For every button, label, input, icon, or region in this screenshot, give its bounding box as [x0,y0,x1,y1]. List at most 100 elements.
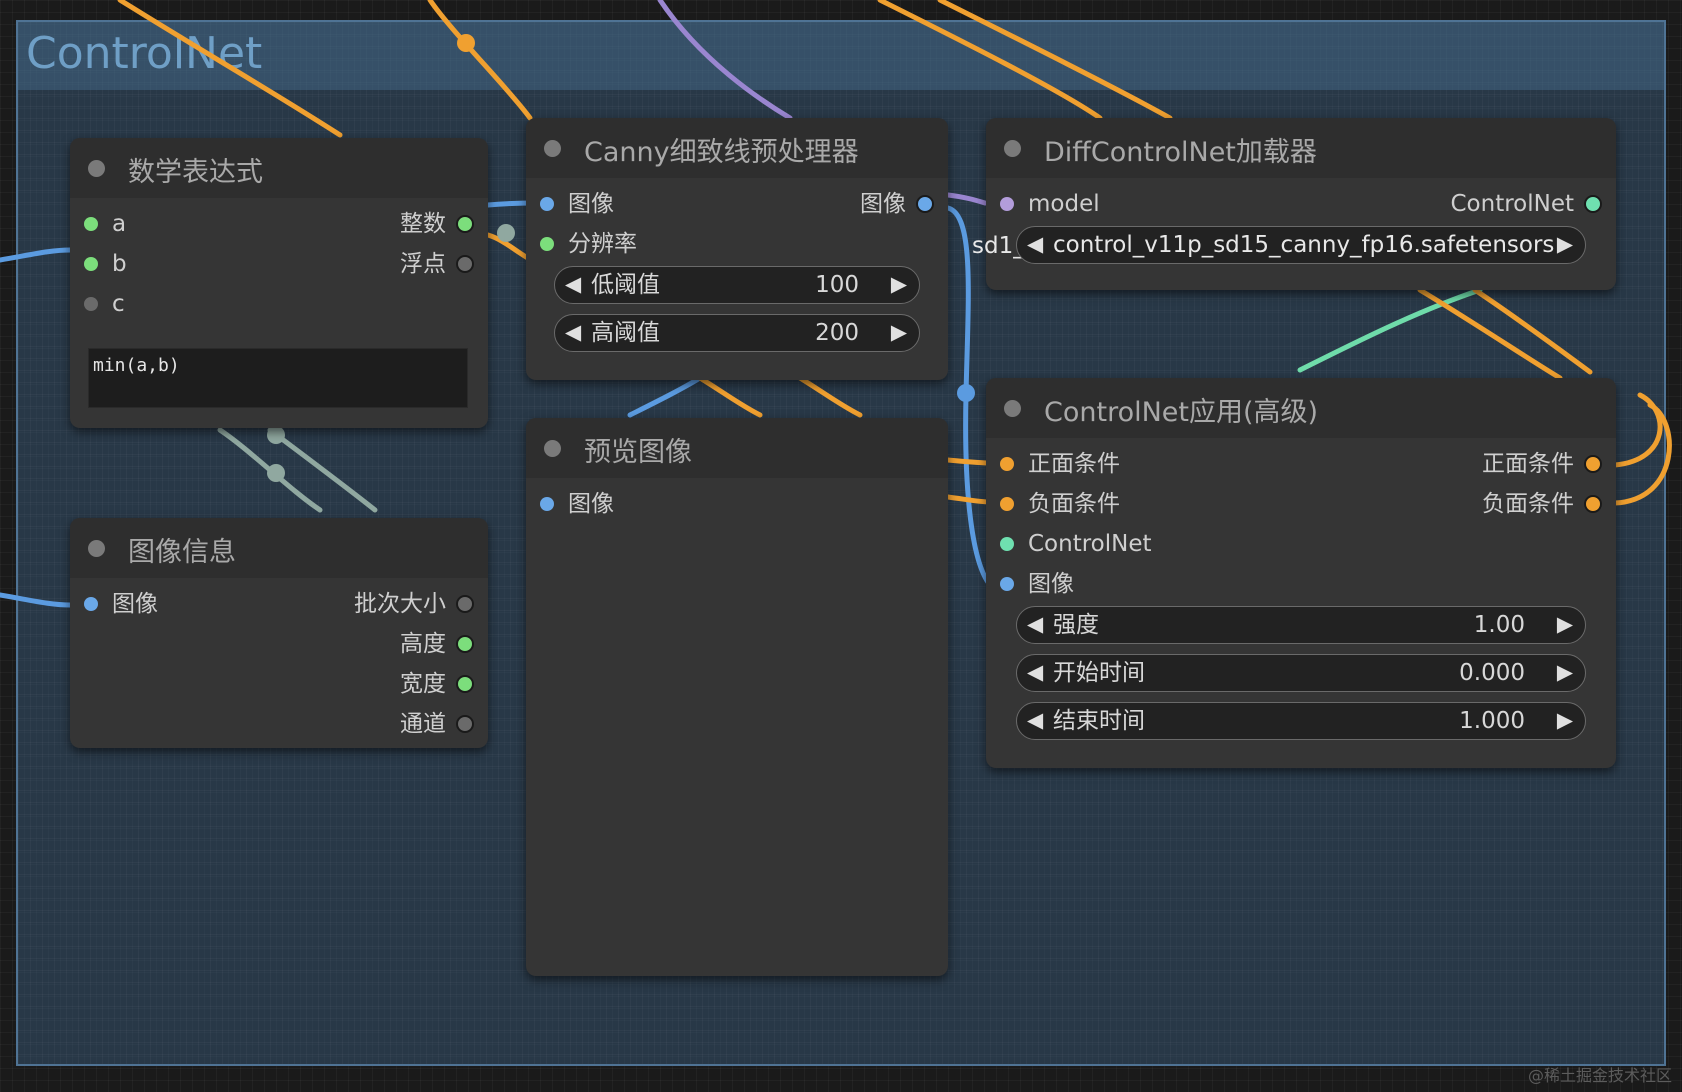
math-input-b-row[interactable]: b 浮点 [70,248,488,280]
controlnet-output-socket[interactable] [1584,195,1602,213]
input-label: ControlNet [1028,531,1152,557]
output-label: 批次大小 [354,591,446,617]
node-header[interactable]: Canny细致线预处理器 [526,118,948,178]
output-label: 宽度 [400,671,446,697]
node-header[interactable]: 数学表达式 [70,138,488,198]
image-input-socket[interactable] [84,597,98,611]
node-header[interactable]: ControlNet应用(高级) [986,378,1616,438]
apply-controlnet-row[interactable]: ControlNet [986,528,1616,560]
increment-arrow-icon[interactable]: ▶ [1557,612,1573,636]
input-label: 图像 [568,191,614,217]
math-input-a-row[interactable]: a 整数 [70,208,488,240]
diffcontrolnet-loader-node[interactable]: DiffControlNet加载器 model ControlNet sd1_5… [972,118,1616,290]
int-output-socket[interactable] [456,215,474,233]
input-label: a [112,211,127,237]
preview-image-row[interactable]: 图像 [526,488,948,520]
decrement-arrow-icon[interactable]: ◀ [1027,660,1043,684]
apply-negative-row[interactable]: 负面条件 负面条件 [986,488,1616,520]
increment-arrow-icon[interactable]: ▶ [891,320,907,344]
decrement-arrow-icon[interactable]: ◀ [565,272,581,296]
canny-image-row[interactable]: 图像 图像 [526,188,948,220]
increment-arrow-icon[interactable]: ▶ [891,272,907,296]
output-label: 负面条件 [1482,491,1574,517]
node-title: DiffControlNet加载器 [1044,137,1317,168]
collapse-dot-icon[interactable] [544,140,561,157]
collapse-dot-icon[interactable] [1004,400,1021,417]
output-label: 通道 [400,711,446,737]
collapse-dot-icon[interactable] [544,440,561,457]
expression-textarea[interactable]: min(a,b) [88,348,468,408]
imageinfo-row-4[interactable]: 通道 [70,708,488,740]
node-header[interactable]: 预览图像 [526,418,948,478]
apply-positive-row[interactable]: 正面条件 正面条件 [986,448,1616,480]
low-threshold-widget[interactable]: ◀ 低阈值 100 ▶ [554,266,920,304]
model-input-socket[interactable] [1000,197,1014,211]
image-input-socket[interactable] [1000,577,1014,591]
controlnet-file-combo[interactable]: ◀ control_v11p_sd15_canny_fp16.safetenso… [1016,226,1586,264]
prev-arrow-icon[interactable]: ◀ [1027,232,1043,256]
apply-image-row[interactable]: 图像 [986,568,1616,600]
int-input-socket[interactable] [84,217,98,231]
start-percent-widget[interactable]: ◀ 开始时间 0.000 ▶ [1016,654,1586,692]
image-info-node[interactable]: 图像信息 图像 批次大小 高度 宽度 通道 [70,518,488,748]
input-label: 图像 [1028,571,1074,597]
end-percent-widget[interactable]: ◀ 结束时间 1.000 ▶ [1016,702,1586,740]
int-output-socket[interactable] [456,715,474,733]
imageinfo-row-2[interactable]: 高度 [70,628,488,660]
conditioning-output-socket[interactable] [1584,455,1602,473]
int-output-socket[interactable] [456,675,474,693]
int-input-socket[interactable] [84,297,98,311]
int-output-socket[interactable] [456,595,474,613]
canny-preprocessor-node[interactable]: Canny细致线预处理器 图像 图像 分辨率 ◀ 低阈值 100 ▶ ◀ 高阈值… [526,118,948,380]
decrement-arrow-icon[interactable]: ◀ [1027,708,1043,732]
input-label: model [1028,191,1100,217]
output-label: 浮点 [400,251,446,277]
int-input-socket[interactable] [540,237,554,251]
int-input-socket[interactable] [84,257,98,271]
output-label: 整数 [400,211,446,237]
conditioning-input-socket[interactable] [1000,497,1014,511]
input-label: b [112,251,127,277]
image-input-socket[interactable] [540,497,554,511]
group-header[interactable]: ControlNet [18,22,1664,90]
conditioning-input-socket[interactable] [1000,457,1014,471]
high-threshold-widget[interactable]: ◀ 高阈值 200 ▶ [554,314,920,352]
node-title: ControlNet应用(高级) [1044,397,1319,428]
decrement-arrow-icon[interactable]: ◀ [1027,612,1043,636]
preview-image-node[interactable]: 预览图像 图像 [526,418,948,976]
input-label: 图像 [568,491,614,517]
output-label: 高度 [400,631,446,657]
controlnet-apply-advanced-node[interactable]: ControlNet应用(高级) 正面条件 正面条件 负面条件 负面条件 Con… [986,378,1616,768]
widget-value: 0.000 [1459,660,1525,686]
int-output-socket[interactable] [456,635,474,653]
next-arrow-icon[interactable]: ▶ [1557,232,1573,256]
image-input-socket[interactable] [540,197,554,211]
collapse-dot-icon[interactable] [88,540,105,557]
imageinfo-row-1[interactable]: 图像 批次大小 [70,588,488,620]
loader-model-row[interactable]: model ControlNet [986,188,1616,220]
conditioning-output-socket[interactable] [1584,495,1602,513]
imageinfo-row-3[interactable]: 宽度 [70,668,488,700]
node-title: Canny细致线预处理器 [584,137,859,168]
increment-arrow-icon[interactable]: ▶ [1557,660,1573,684]
image-output-socket[interactable] [916,195,934,213]
collapse-dot-icon[interactable] [1004,140,1021,157]
controlnet-input-socket[interactable] [1000,537,1014,551]
collapse-dot-icon[interactable] [88,160,105,177]
node-header[interactable]: 图像信息 [70,518,488,578]
strength-widget[interactable]: ◀ 强度 1.00 ▶ [1016,606,1586,644]
group-title: ControlNet [26,28,263,79]
node-title: 图像信息 [128,537,236,568]
widget-value: 200 [815,320,859,346]
math-input-c-row[interactable]: c [70,288,488,320]
increment-arrow-icon[interactable]: ▶ [1557,708,1573,732]
float-output-socket[interactable] [456,255,474,273]
widget-label: 开始时间 [1053,660,1145,686]
canny-resolution-row[interactable]: 分辨率 [526,228,948,260]
widget-value: 1.00 [1473,612,1525,638]
decrement-arrow-icon[interactable]: ◀ [565,320,581,344]
node-header[interactable]: DiffControlNet加载器 [986,118,1616,178]
output-label: 正面条件 [1482,451,1574,477]
watermark: @稀土掘金技术社区 [1527,1066,1672,1085]
math-expression-node[interactable]: 数学表达式 a 整数 b 浮点 c min(a,b) [70,138,488,428]
